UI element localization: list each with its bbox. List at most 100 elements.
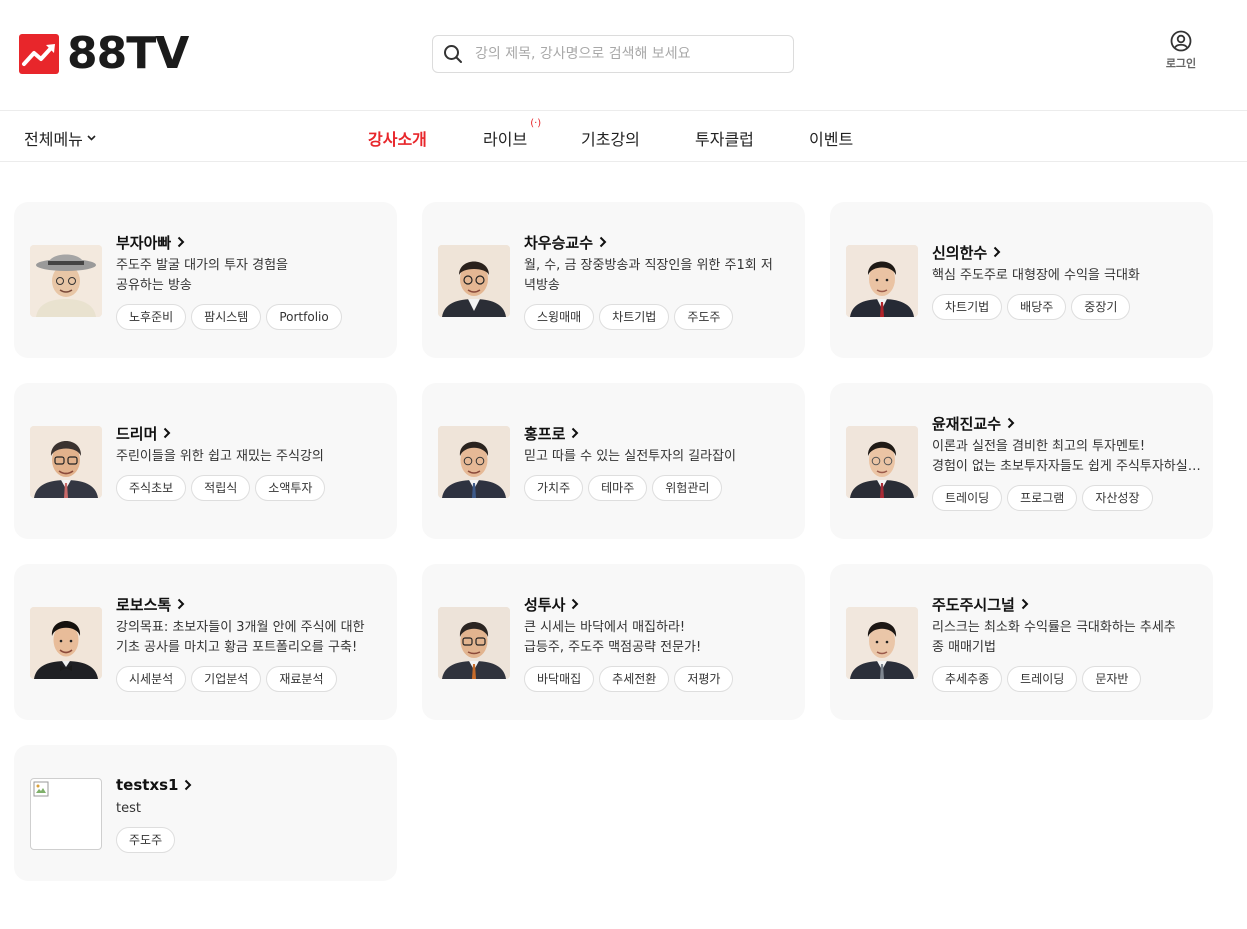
instructor-card[interactable]: 주도주시그널 리스크는 최소화 수익률은 극대화하는 추세추 종 매매기법 추세…	[830, 564, 1213, 720]
chevron-right-icon	[599, 236, 607, 248]
instructor-avatar	[30, 245, 102, 317]
instructor-info: 신의한수 핵심 주도주로 대형장에 수익을 극대화 차트기법 배당주 중장기	[932, 242, 1202, 320]
tag-chip[interactable]: 트레이딩	[932, 485, 1003, 511]
instructor-name-text: 윤재진교수	[932, 414, 1002, 433]
instructor-description: 강의목표: 초보자들이 3개월 안에 주식에 대한 기초 공사를 마치고 황금 …	[116, 618, 386, 658]
instructor-name[interactable]: 홍프로	[524, 423, 794, 443]
instructor-name[interactable]: 부자아빠	[116, 232, 386, 252]
tag-chip[interactable]: 가치주	[524, 475, 584, 501]
tag-chip[interactable]: 적립식	[191, 475, 251, 501]
login-button[interactable]: 로그인	[1158, 30, 1204, 71]
instructor-info: 부자아빠 주도주 발굴 대가의 투자 경험을 공유하는 방송 노후준비 팜시스템…	[116, 232, 386, 330]
description-line: 믿고 따를 수 있는 실전투자의 길라잡이	[524, 449, 737, 464]
tag-chip[interactable]: 노후준비	[116, 304, 187, 330]
instructor-info: 드리머 주린이들을 위한 쉽고 재밌는 주식강의 주식초보 적립식 소액투자	[116, 423, 386, 501]
description-line: 녁방송	[524, 278, 560, 293]
instructor-description: test	[116, 799, 386, 819]
main-nav: 전체메뉴 강사소개 라이브 (·) 기초강의 투자클럽 이벤트	[0, 111, 1247, 162]
tag-chip[interactable]: 위험관리	[652, 475, 723, 501]
instructor-info: 윤재진교수 이론과 실전을 겸비한 최고의 투자멘토! 경험이 없는 초보투자자…	[932, 413, 1202, 511]
tag-chip[interactable]: 스윙매매	[524, 304, 595, 330]
tag-chip[interactable]: 소액투자	[255, 475, 326, 501]
instructor-name[interactable]: 드리머	[116, 423, 386, 443]
instructor-info: 주도주시그널 리스크는 최소화 수익률은 극대화하는 추세추 종 매매기법 추세…	[932, 594, 1202, 692]
description-line: 급등주, 주도주 맥점공략 전문가!	[524, 640, 702, 655]
instructor-name-text: 차우승교수	[524, 233, 594, 252]
tag-chip[interactable]: 기업분석	[191, 666, 262, 692]
instructor-avatar	[30, 607, 102, 679]
instructor-card[interactable]: testxs1 test 주도주	[14, 745, 397, 881]
search-box[interactable]	[432, 35, 794, 73]
nav-item-live-label: 라이브	[483, 130, 528, 149]
login-label: 로그인	[1165, 57, 1197, 70]
tag-list: 바닥매집 추세전환 저평가	[524, 666, 794, 692]
nav-item-invest-club[interactable]: 투자클럽	[695, 126, 754, 150]
nav-item-events[interactable]: 이벤트	[809, 126, 853, 150]
instructor-card[interactable]: 로보스톡 강의목표: 초보자들이 3개월 안에 주식에 대한 기초 공사를 마치…	[14, 564, 397, 720]
tag-chip[interactable]: 주식초보	[116, 475, 187, 501]
instructor-name[interactable]: 윤재진교수	[932, 413, 1202, 433]
search-input[interactable]	[473, 45, 777, 63]
instructor-card[interactable]: 성투사 큰 시세는 바닥에서 매집하라! 급등주, 주도주 맥점공략 전문가! …	[422, 564, 805, 720]
instructor-name-text: 드리머	[116, 424, 158, 443]
instructor-name[interactable]: 로보스톡	[116, 594, 386, 614]
nav-item-basics[interactable]: 기초강의	[581, 126, 640, 150]
tag-chip[interactable]: 테마주	[588, 475, 648, 501]
instructor-info: 로보스톡 강의목표: 초보자들이 3개월 안에 주식에 대한 기초 공사를 마치…	[116, 594, 386, 692]
instructor-name[interactable]: 신의한수	[932, 242, 1202, 262]
instructor-name[interactable]: testxs1	[116, 775, 386, 795]
tag-chip[interactable]: 저평가	[674, 666, 734, 692]
tag-chip[interactable]: 시세분석	[116, 666, 187, 692]
instructor-card[interactable]: 부자아빠 주도주 발굴 대가의 투자 경험을 공유하는 방송 노후준비 팜시스템…	[14, 202, 397, 358]
tag-list: 스윙매매 차트기법 주도주	[524, 304, 794, 330]
description-line: 리스크는 최소화 수익률은 극대화하는 추세추	[932, 620, 1176, 635]
tag-chip[interactable]: 추세전환	[599, 666, 670, 692]
chevron-right-icon	[1007, 417, 1015, 429]
description-line: 큰 시세는 바닥에서 매집하라!	[524, 620, 686, 635]
instructor-name[interactable]: 주도주시그널	[932, 594, 1202, 614]
description-line: 이론과 실전을 겸비한 최고의 투자멘토!	[932, 439, 1146, 454]
instructor-name-text: testxs1	[116, 776, 179, 794]
description-line: 주린이들을 위한 쉽고 재밌는 주식강의	[116, 449, 324, 464]
instructor-name[interactable]: 차우승교수	[524, 232, 794, 252]
instructor-card[interactable]: 신의한수 핵심 주도주로 대형장에 수익을 극대화 차트기법 배당주 중장기	[830, 202, 1213, 358]
tag-chip[interactable]: Portfolio	[266, 304, 342, 330]
user-icon	[1170, 30, 1192, 52]
tag-chip[interactable]: 주도주	[116, 827, 176, 853]
instructor-name-text: 주도주시그널	[932, 595, 1015, 614]
tag-chip[interactable]: 차트기법	[932, 294, 1003, 320]
tag-chip[interactable]: 바닥매집	[524, 666, 595, 692]
instructor-avatar	[846, 607, 918, 679]
tag-chip[interactable]: 차트기법	[599, 304, 670, 330]
instructor-card[interactable]: 윤재진교수 이론과 실전을 겸비한 최고의 투자멘토! 경험이 없는 초보투자자…	[830, 383, 1213, 539]
instructor-description: 월, 수, 금 장중방송과 직장인을 위한 주1회 저 녁방송	[524, 256, 794, 296]
tag-chip[interactable]: 재료분석	[266, 666, 337, 692]
brand-name: 88TV	[67, 28, 189, 79]
instructor-avatar	[846, 245, 918, 317]
tag-chip[interactable]: 팜시스템	[191, 304, 262, 330]
tag-chip[interactable]: 중장기	[1071, 294, 1131, 320]
tag-chip[interactable]: 자산성장	[1082, 485, 1153, 511]
trend-up-icon	[19, 34, 59, 74]
instructor-name[interactable]: 성투사	[524, 594, 794, 614]
instructor-card[interactable]: 차우승교수 월, 수, 금 장중방송과 직장인을 위한 주1회 저 녁방송 스윙…	[422, 202, 805, 358]
instructor-card[interactable]: 홍프로 믿고 따를 수 있는 실전투자의 길라잡이 가치주 테마주 위험관리	[422, 383, 805, 539]
site-header: 88TV 로그인	[0, 0, 1247, 111]
tag-chip[interactable]: 주도주	[674, 304, 734, 330]
instructor-card[interactable]: 드리머 주린이들을 위한 쉽고 재밌는 주식강의 주식초보 적립식 소액투자	[14, 383, 397, 539]
nav-item-instructors[interactable]: 강사소개	[368, 126, 427, 150]
nav-item-live[interactable]: 라이브 (·)	[483, 118, 541, 150]
broken-image-icon	[30, 778, 102, 850]
instructor-name-text: 로보스톡	[116, 595, 172, 614]
tag-chip[interactable]: 문자반	[1082, 666, 1142, 692]
search-icon[interactable]	[443, 44, 463, 64]
description-line: 경험이 없는 초보투자자들도 쉽게 주식투자하실 수 있도록	[932, 459, 1202, 474]
chevron-right-icon	[572, 598, 579, 610]
tag-chip[interactable]: 트레이딩	[1007, 666, 1078, 692]
tag-chip[interactable]: 배당주	[1007, 294, 1067, 320]
chevron-right-icon	[164, 427, 171, 439]
tag-chip[interactable]: 프로그램	[1007, 485, 1078, 511]
tag-chip[interactable]: 추세추종	[932, 666, 1003, 692]
all-menu-button[interactable]: 전체메뉴	[24, 126, 96, 150]
brand-logo[interactable]: 88TV	[19, 28, 189, 79]
